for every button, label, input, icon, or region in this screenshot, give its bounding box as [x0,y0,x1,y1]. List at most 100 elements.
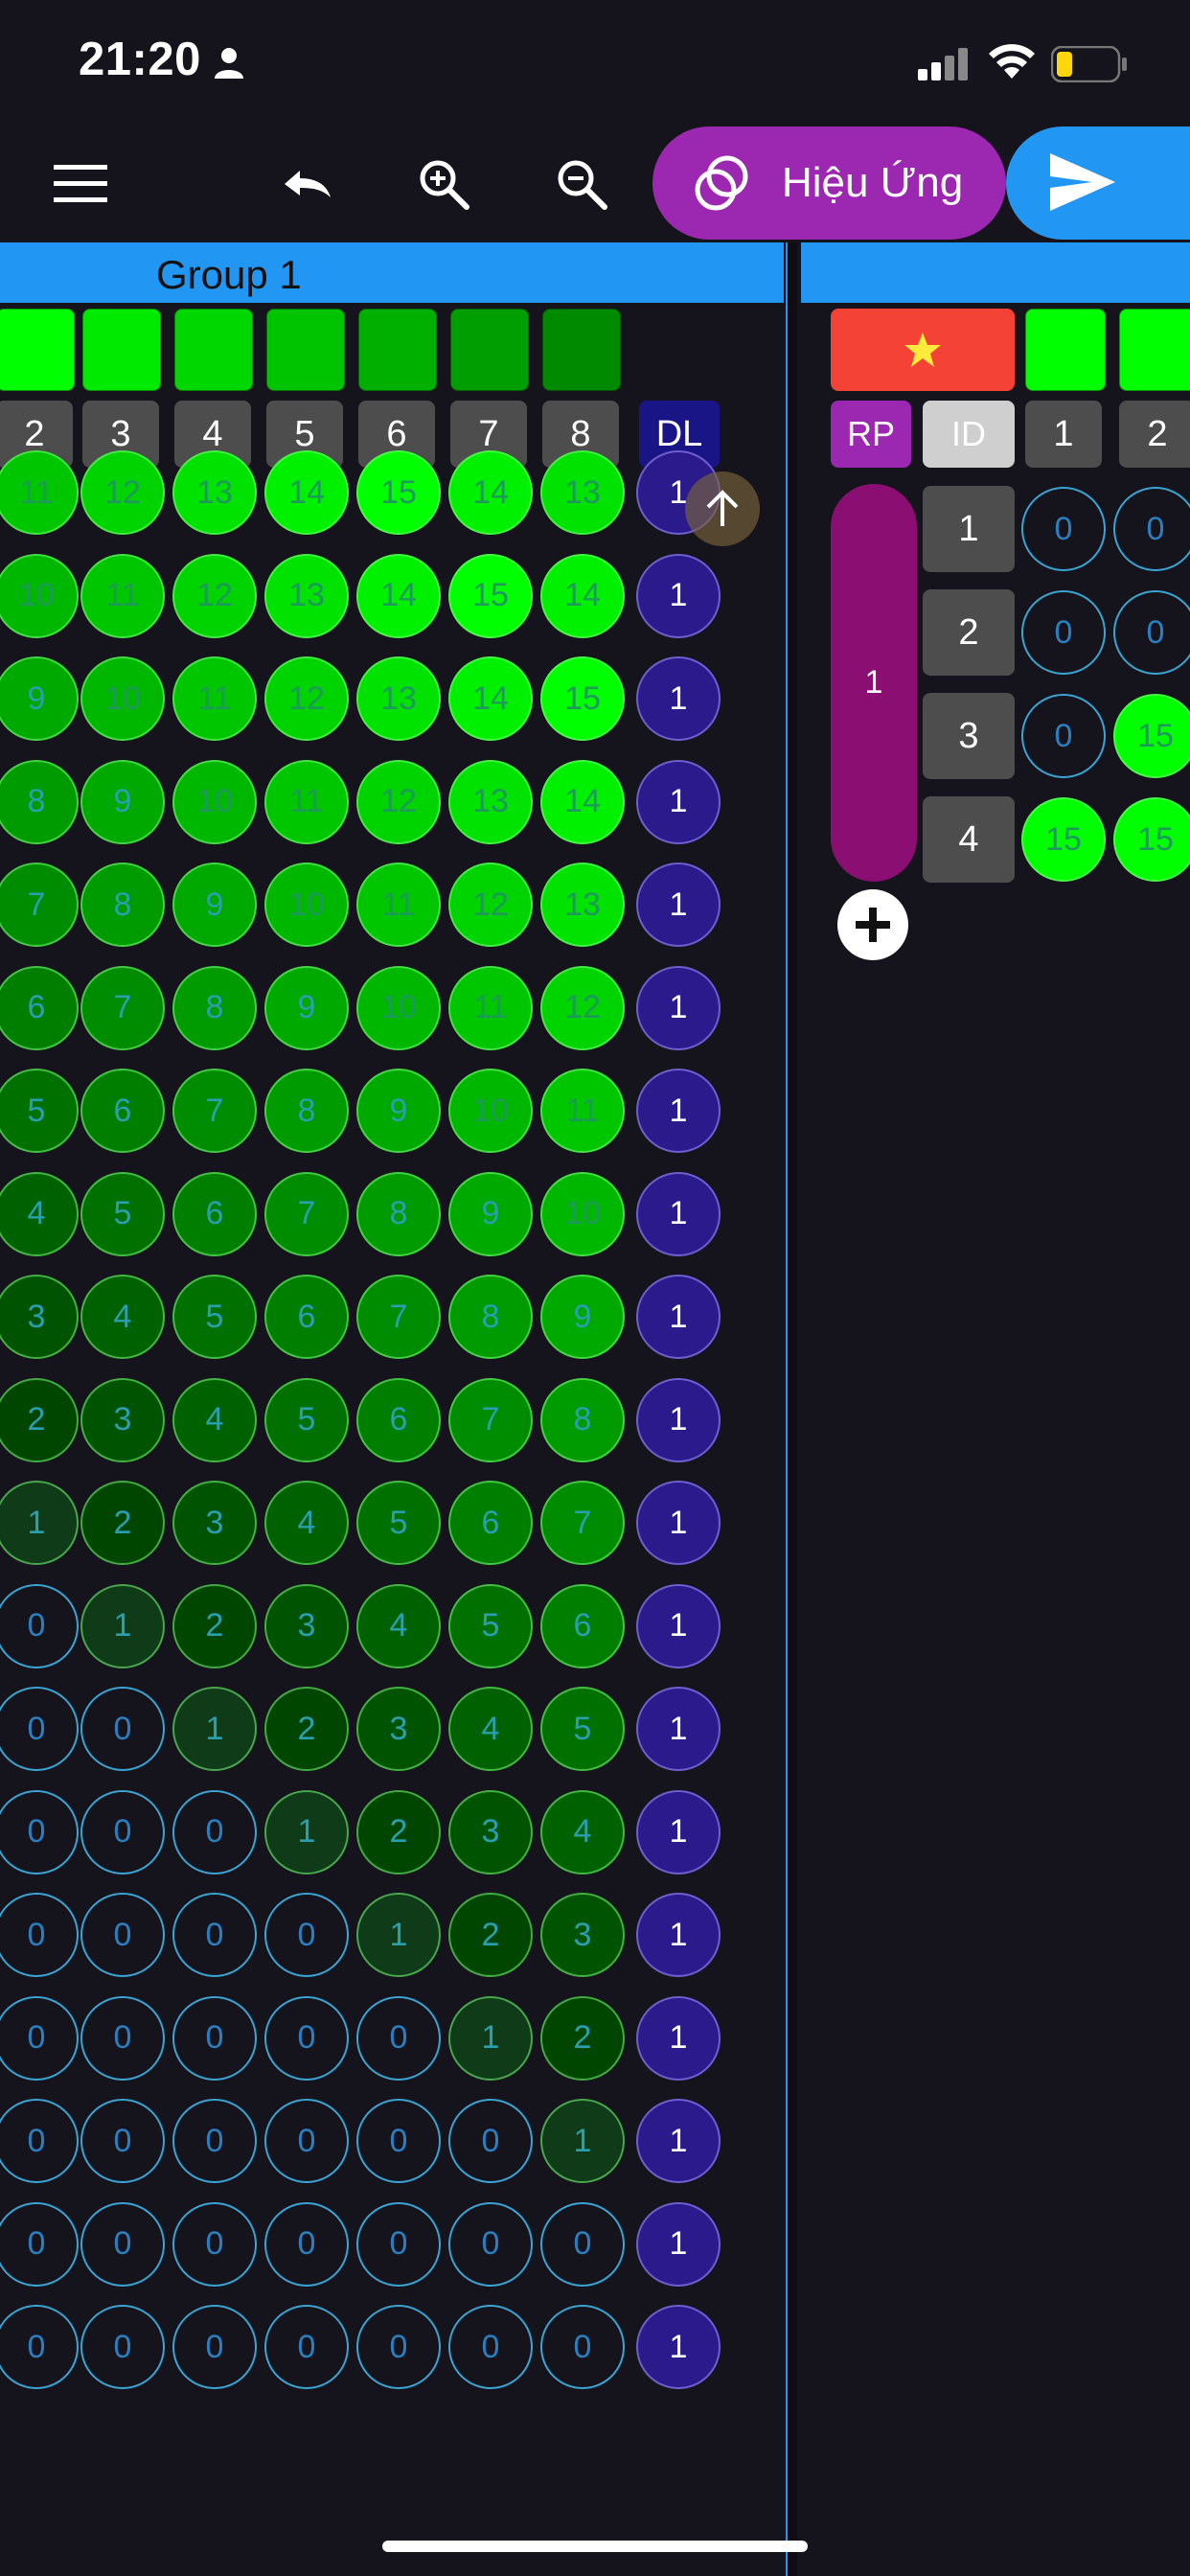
level-cell[interactable]: 11 [172,656,257,741]
level-cell[interactable]: 2 [356,1789,441,1874]
zoom-out-icon[interactable] [546,149,617,219]
dl-cell[interactable]: 1 [636,553,721,638]
level-cell[interactable]: 13 [540,450,625,535]
level-cell[interactable]: 0 [172,2099,257,2183]
level-cell[interactable]: 2 [172,1583,257,1668]
level-cell[interactable]: 0 [0,2099,79,2183]
level-cell[interactable]: 3 [80,1377,165,1462]
level-cell[interactable]: 12 [172,553,257,638]
level-cell[interactable]: 0 [356,2201,441,2287]
level-cell[interactable]: 0 [0,2201,79,2287]
level-cell[interactable]: 11 [540,1069,625,1153]
level-cell[interactable]: 14 [540,759,625,844]
level-cell[interactable]: 9 [264,965,349,1050]
level-cell[interactable]: 3 [264,1583,349,1668]
level-cell[interactable]: 3 [356,1687,441,1771]
level-cell[interactable]: 1 [0,1481,79,1565]
level-cell[interactable]: 10 [540,1171,625,1256]
level-cell[interactable]: 0 [264,2099,349,2183]
level-cell[interactable]: 9 [172,862,257,947]
level-cell[interactable]: 6 [0,965,79,1050]
level-cell[interactable]: 6 [264,1275,349,1359]
add-button[interactable] [837,889,908,960]
dl-cell[interactable]: 1 [636,759,721,844]
row-id-box[interactable]: 1 [923,486,1015,572]
level-cell[interactable]: 13 [172,450,257,535]
dl-cell[interactable]: 1 [636,2201,721,2287]
level-cell[interactable]: 8 [80,862,165,947]
level-cell[interactable]: 1 [448,1995,533,2081]
level-cell[interactable]: 0 [1113,487,1190,571]
level-cell[interactable]: 15 [540,656,625,741]
level-cell[interactable]: 8 [264,1069,349,1153]
level-cell[interactable]: 5 [264,1377,349,1462]
level-cell[interactable]: 0 [1021,590,1106,675]
level-cell[interactable]: 11 [356,862,441,947]
level-cell[interactable]: 10 [80,656,165,741]
row-id-box[interactable]: 4 [923,796,1015,883]
column-header[interactable]: 2 [1119,401,1190,468]
level-cell[interactable]: 0 [1021,487,1106,571]
color-swatch[interactable] [1025,309,1106,391]
level-cell[interactable]: 7 [448,1377,533,1462]
level-cell[interactable]: 14 [356,553,441,638]
level-cell[interactable]: 0 [356,2305,441,2389]
level-cell[interactable]: 13 [448,759,533,844]
level-cell[interactable]: 15 [1021,797,1106,882]
dl-cell[interactable]: 1 [636,1995,721,2081]
level-cell[interactable]: 4 [356,1583,441,1668]
level-cell[interactable]: 1 [80,1583,165,1668]
level-cell[interactable]: 10 [356,965,441,1050]
level-cell[interactable]: 1 [356,1893,441,1977]
level-cell[interactable]: 12 [540,965,625,1050]
level-cell[interactable]: 10 [172,759,257,844]
level-cell[interactable]: 0 [80,2305,165,2389]
fixture-pill[interactable]: 1 [831,484,917,882]
level-cell[interactable]: 0 [540,2305,625,2389]
dl-cell[interactable]: 1 [636,1893,721,1977]
level-cell[interactable]: 14 [448,656,533,741]
level-cell[interactable]: 0 [1021,694,1106,778]
send-button[interactable] [1006,126,1190,240]
dl-cell[interactable]: 1 [636,1583,721,1668]
dl-cell[interactable]: 1 [636,1789,721,1874]
level-cell[interactable]: 0 [448,2099,533,2183]
level-cell[interactable]: 6 [540,1583,625,1668]
level-cell[interactable]: 3 [448,1789,533,1874]
level-cell[interactable]: 3 [0,1275,79,1359]
row-id-box[interactable]: 3 [923,693,1015,779]
level-cell[interactable]: 2 [264,1687,349,1771]
level-cell[interactable]: 2 [80,1481,165,1565]
rp-button[interactable]: RP [831,401,911,468]
level-cell[interactable]: 0 [0,1789,79,1874]
level-cell[interactable]: 0 [448,2305,533,2389]
dl-cell[interactable]: 1 [636,1481,721,1565]
level-cell[interactable]: 0 [0,1583,79,1668]
level-cell[interactable]: 12 [264,656,349,741]
dl-cell[interactable]: 1 [636,1171,721,1256]
level-cell[interactable]: 1 [540,2099,625,2183]
dl-cell[interactable]: 1 [636,2099,721,2183]
level-cell[interactable]: 6 [80,1069,165,1153]
level-cell[interactable]: 4 [448,1687,533,1771]
level-cell[interactable]: 0 [80,2099,165,2183]
level-cell[interactable]: 10 [264,862,349,947]
level-cell[interactable]: 5 [172,1275,257,1359]
level-cell[interactable]: 0 [448,2201,533,2287]
level-cell[interactable]: 9 [80,759,165,844]
color-swatch[interactable] [542,309,621,391]
level-cell[interactable]: 8 [172,965,257,1050]
dl-cell[interactable]: 1 [636,862,721,947]
group-header[interactable]: Group 1 [0,242,784,303]
level-cell[interactable]: 4 [264,1481,349,1565]
home-indicator[interactable] [382,2541,808,2552]
dl-cell[interactable]: 1 [636,1069,721,1153]
level-cell[interactable]: 7 [0,862,79,947]
level-cell[interactable]: 3 [540,1893,625,1977]
level-cell[interactable]: 14 [448,450,533,535]
level-cell[interactable]: 9 [448,1171,533,1256]
color-swatch[interactable] [450,309,529,391]
level-cell[interactable]: 0 [80,1995,165,2081]
level-cell[interactable]: 12 [80,450,165,535]
level-cell[interactable]: 4 [540,1789,625,1874]
